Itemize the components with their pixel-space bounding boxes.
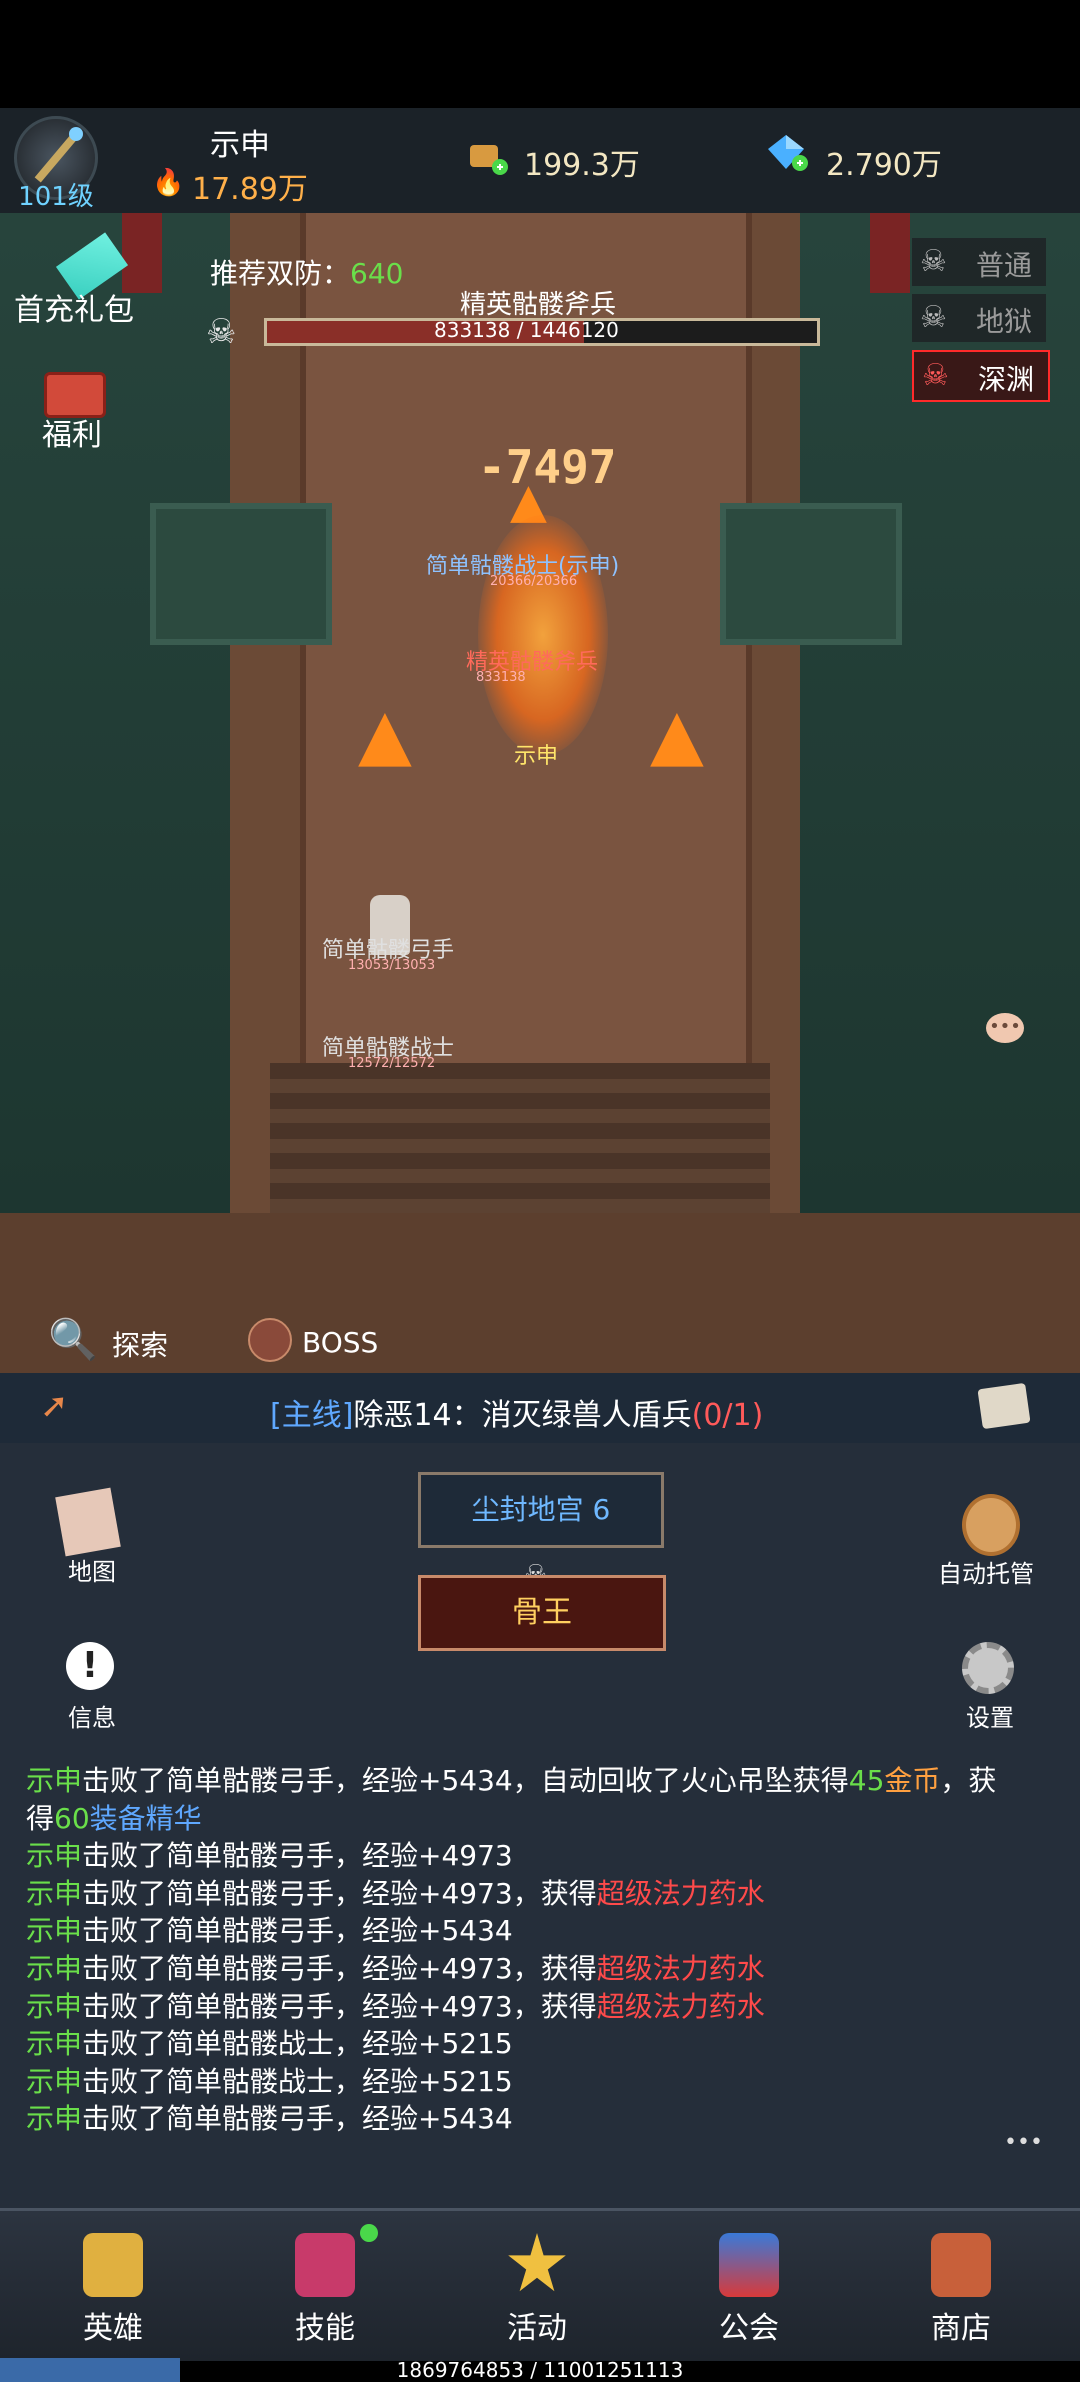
guild-icon [719, 2233, 779, 2297]
nav-shop[interactable]: 商店 [886, 2225, 1036, 2347]
fire-icon: 🔥 [152, 168, 185, 198]
damage-number: -7497 [478, 440, 617, 494]
main-quest-text[interactable]: [主线]除恶14：消灭绿兽人盾兵(0/1) [270, 1390, 763, 1434]
shop-icon [931, 2233, 991, 2297]
info-label[interactable]: 信息 [68, 1698, 116, 1733]
settings-label[interactable]: 设置 [966, 1698, 1014, 1733]
log-line: 示申击败了简单骷髅战士，经验+5215 [26, 2064, 513, 2098]
demon-icon: ☠ [920, 300, 947, 335]
log-line: 示申击败了简单骷髅弓手，经验+4973，获得超级法力药水 [26, 1951, 765, 1985]
boss-skull-icon: ☠ [206, 312, 237, 352]
nav-hero-label: 英雄 [83, 2311, 143, 2346]
recommended-defense-value: 640 [350, 257, 404, 290]
boss-name: 精英骷髅斧兵 [460, 290, 617, 320]
notification-dot [360, 2224, 378, 2242]
unit-hp-warrior-ally: 20366/20366 [490, 574, 578, 589]
gold-icon[interactable] [466, 137, 510, 177]
nav-activity-label: 活动 [507, 2311, 567, 2346]
quest-arrow-icon[interactable]: ➚ [40, 1386, 86, 1426]
nav-shop-label: 商店 [931, 2311, 991, 2346]
diamond-icon[interactable] [766, 133, 810, 173]
nav-guild[interactable]: 公会 [674, 2225, 824, 2347]
recommended-defense: 推荐双防：640 [210, 252, 403, 292]
unit-name-hero: 示申 [514, 744, 559, 769]
quest-description: 除恶14：消灭绿兽人盾兵 [353, 1398, 692, 1433]
unit-hp-archer: 13053/13053 [348, 958, 436, 973]
location-name[interactable]: 尘封地宫 6 [418, 1472, 664, 1548]
footer-id-text: 1869764853 / 11001251113 [396, 2358, 684, 2382]
boss-face-icon[interactable] [248, 1318, 292, 1362]
log-line: 示申击败了简单骷髅弓手，经验+5434 [26, 2102, 513, 2136]
boss-hp-text: 833138 / 1446120 [434, 318, 619, 342]
log-line: 示申击败了简单骷髅弓手，经验+4973，获得超级法力药水 [26, 1989, 765, 2023]
player-name: 示申 [210, 128, 270, 163]
auto-battle-label[interactable]: 自动托管 [938, 1554, 1034, 1589]
log-line: 示申击败了简单骷髅弓手，经验+4973 [26, 1839, 513, 1873]
skill-book-icon [295, 2233, 355, 2297]
difficulty-hell-label: 地狱 [976, 305, 1033, 338]
map-label[interactable]: 地图 [68, 1552, 116, 1587]
map-icon[interactable] [55, 1487, 121, 1557]
stopwatch-icon[interactable] [962, 1494, 1020, 1556]
nav-activity[interactable]: 活动 [462, 2225, 612, 2347]
unit-hp-axe-elite: 833138 [476, 670, 526, 685]
log-more-button[interactable]: ••• [1004, 2130, 1043, 2155]
gem-amount: 2.790万 [826, 148, 942, 183]
log-line: 示申击败了简单骷髅弓手，经验+4973，获得超级法力药水 [26, 1876, 765, 1910]
recommended-defense-label: 推荐双防： [210, 257, 351, 290]
log-line: 示申击败了简单骷髅弓手，经验+5434 [26, 1914, 513, 1948]
difficulty-abyss-label: 深渊 [978, 363, 1035, 396]
log-line: 示申击败了简单骷髅战士，经验+5215 [26, 2027, 513, 2061]
difficulty-abyss[interactable]: ☠ 深渊 [912, 350, 1050, 402]
gear-icon[interactable] [962, 1642, 1014, 1694]
nav-hero[interactable]: 英雄 [38, 2225, 188, 2347]
chat-icon[interactable]: ••• [986, 1013, 1024, 1043]
scroll-icon[interactable] [977, 1382, 1031, 1430]
nav-guild-label: 公会 [719, 2311, 779, 2346]
quest-tag: [主线] [270, 1398, 354, 1433]
info-icon[interactable]: ! [66, 1642, 114, 1690]
player-level: 101级 [18, 182, 94, 212]
skull-icon: ☠ [920, 244, 947, 279]
gold-amount: 199.3万 [524, 148, 640, 183]
combat-power: 17.89万 [192, 172, 308, 207]
quest-progress: (0/1) [691, 1398, 764, 1433]
helmet-icon [83, 2233, 143, 2297]
explore-button[interactable]: 探索 [112, 1324, 168, 1364]
skull-crossbones-icon: ☠ [922, 358, 949, 393]
nav-skill-label: 技能 [295, 2311, 355, 2346]
boss-button[interactable]: BOSS [302, 1326, 378, 1359]
unit-hp-warrior: 12572/12572 [348, 1056, 436, 1071]
first-recharge-gift-label[interactable]: 首充礼包 [14, 285, 134, 329]
battle-log[interactable]: 示申击败了简单骷髅弓手，经验+5434，自动回收了火心吊坠获得45金币，获 得6… [26, 1762, 1056, 2138]
log-line: 示申击败了简单骷髅弓手，经验+5434，自动回收了火心吊坠获得45金币，获 [26, 1764, 997, 1797]
welfare-label[interactable]: 福利 [42, 410, 102, 454]
star-icon [508, 2233, 566, 2292]
log-line: 得60装备精华 [26, 1801, 202, 1835]
boss-challenge-button[interactable]: 骨王 [418, 1575, 666, 1651]
difficulty-normal-label: 普通 [976, 249, 1033, 282]
explore-magnifier-icon[interactable]: 🔍 [48, 1316, 98, 1363]
nav-skill[interactable]: 技能 [250, 2225, 400, 2347]
difficulty-hell[interactable]: ☠ 地狱 [912, 294, 1046, 342]
difficulty-normal[interactable]: ☠ 普通 [912, 238, 1046, 286]
